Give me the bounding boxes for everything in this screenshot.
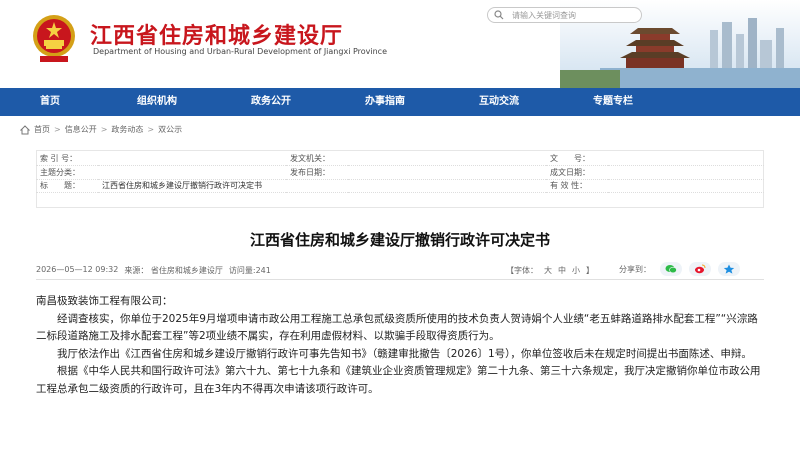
issuer-value (348, 152, 546, 166)
article-paragraph: 根据《中华人民共和国行政许可法》第六十九、第七十九条和《建筑业企业资质管理规定》… (36, 365, 761, 395)
nav-item-service-guide[interactable]: 办事指南 (328, 88, 442, 116)
share-qzone-button[interactable] (718, 262, 740, 276)
doc-number-label: 文 号： (546, 152, 608, 166)
qq-zone-icon (723, 264, 735, 274)
publish-datetime: 2026—05—12 09:32 (36, 265, 119, 274)
nav-item-special-topics[interactable]: 专题专栏 (556, 88, 670, 116)
index-number-value (98, 152, 286, 166)
breadcrumb-info-disclosure[interactable]: 信息公开 (65, 124, 97, 135)
publish-date-label: 发布日期： (286, 165, 348, 180)
title-label: 标 题： (36, 179, 98, 193)
validity-label: 有 效 性： (546, 179, 608, 193)
nav-item-home[interactable]: 首页 (0, 88, 100, 116)
topic-value (98, 165, 286, 180)
font-size-control: 【字体： 大 中 小 】 (506, 265, 594, 276)
breadcrumb-separator: > (147, 125, 155, 134)
validity-value (608, 179, 764, 193)
article-body: 南昌极致装饰工程有限公司： 经调查核实，你单位于2025年9月增项申请市政公用工… (36, 293, 764, 398)
weibo-icon (695, 264, 706, 274)
article-paragraph: 经调查核实，你单位于2025年9月增项申请市政公用工程施工总承包贰级资质所使用的… (36, 312, 758, 343)
breadcrumb-separator: > (54, 125, 61, 134)
main-nav: 首页 组织机构 政务公开 办事指南 互动交流 专题专栏 (0, 88, 800, 116)
breadcrumb-home[interactable]: 首页 (34, 124, 50, 135)
publish-date-value (348, 165, 546, 180)
topic-label: 主题分类： (36, 165, 98, 180)
home-icon (20, 124, 30, 134)
site-title[interactable]: 江西省住房和城乡建设厅 (90, 18, 343, 50)
national-emblem-icon (33, 15, 75, 62)
article-meta: 2026—05—12 09:32 来源： 省住房和城乡建设厅 访问量:241 (36, 265, 271, 276)
nav-item-interaction[interactable]: 互动交流 (442, 88, 556, 116)
search-input[interactable]: 请输入关键词查询 (487, 7, 642, 23)
font-size-close: 】 (586, 266, 594, 275)
breadcrumb-gov-news[interactable]: 政务动态 (111, 124, 143, 135)
created-date-value (608, 165, 764, 180)
share-bar: 分享到： (619, 262, 740, 276)
font-size-label: 【字体： (506, 266, 538, 275)
site-header: 江西省住房和城乡建设厅 Department of Housing and Ur… (0, 0, 800, 88)
doc-number-value (608, 152, 764, 166)
article-recipient: 南昌极致装饰工程有限公司： (36, 295, 173, 307)
share-wechat-button[interactable] (660, 262, 682, 276)
nav-item-government-affairs[interactable]: 政务公开 (214, 88, 328, 116)
issuer-label: 发文机关： (286, 152, 348, 166)
breadcrumb: 首页 > 信息公开 > 政务动态 > 双公示 (20, 124, 182, 135)
font-size-small-button[interactable]: 小 (572, 265, 580, 276)
search-icon[interactable] (494, 10, 504, 20)
share-weibo-button[interactable] (689, 262, 711, 276)
index-number-label: 索 引 号： (36, 152, 98, 166)
article-meta-bar: 2026—05—12 09:32 来源： 省住房和城乡建设厅 访问量:241 【… (36, 262, 764, 280)
font-size-medium-button[interactable]: 中 (558, 265, 566, 276)
breadcrumb-separator: > (100, 125, 108, 134)
title-value: 江西省住房和城乡建设厅撤销行政许可决定书 (98, 179, 546, 193)
view-count: 访问量:241 (228, 266, 271, 275)
share-label: 分享到： (619, 264, 651, 274)
article-title: 江西省住房和城乡建设厅撤销行政许可决定书 (249, 231, 550, 249)
article-paragraph: 我厅依法作出《江西省住房和城乡建设厅撤销行政许可事先告知书》（赣建审批撤告〔20… (57, 347, 752, 360)
document-info-table: 索 引 号： 发文机关： 文 号： 主题分类： 发布日期： 成文日期： 标 题：… (36, 152, 764, 193)
created-date-label: 成文日期： (546, 165, 608, 180)
font-size-large-button[interactable]: 大 (544, 265, 552, 276)
nav-item-organization[interactable]: 组织机构 (100, 88, 214, 116)
wechat-icon (665, 265, 677, 274)
site-subtitle: Department of Housing and Urban-Rural De… (93, 47, 387, 56)
breadcrumb-double-publicity[interactable]: 双公示 (158, 124, 182, 135)
article-source: 来源： 省住房和城乡建设厅 (124, 266, 223, 275)
